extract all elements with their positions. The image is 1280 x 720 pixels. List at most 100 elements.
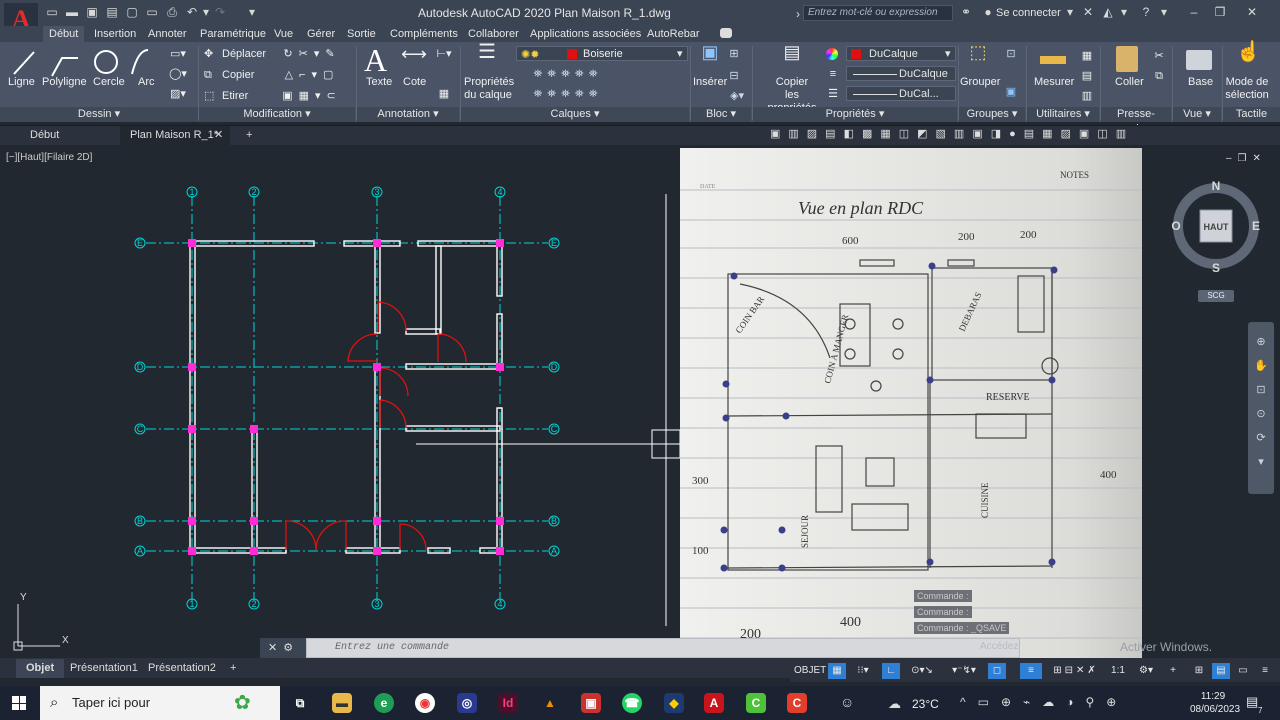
units-icon[interactable]: ⊞: [1188, 663, 1210, 679]
osnap-toggle-icon[interactable]: ▾⁻↯▾: [944, 663, 984, 679]
clipboard-tools[interactable]: ✂ ⧉: [1152, 46, 1166, 86]
navigation-bar[interactable]: ⊕ ✋ ⊡ ⊙ ⟳ ▾: [1248, 322, 1274, 494]
panel-presse-papiers[interactable]: Presse-papiers: [1101, 107, 1171, 135]
clean-screen-icon[interactable]: ▭: [1234, 663, 1252, 679]
add-layout-icon[interactable]: +: [220, 659, 246, 678]
quick-props-icon[interactable]: ▤: [1212, 663, 1230, 679]
app-icon[interactable]: ◎: [457, 693, 477, 713]
whatsapp-icon[interactable]: ☎: [622, 693, 642, 713]
tab-collaborer[interactable]: Collaborer: [462, 26, 525, 42]
sign-in-link[interactable]: Se connecter: [996, 7, 1061, 19]
grid-toggle-icon[interactable]: ▦: [828, 663, 846, 679]
file-explorer-icon[interactable]: ▬: [332, 693, 352, 713]
modify-tools-row1[interactable]: ↻✂▾✎: [272, 48, 352, 61]
save-icon[interactable]: ▣: [84, 5, 100, 19]
panel-annotation[interactable]: Annotation ▾: [357, 107, 459, 122]
linetype-dropdown[interactable]: DuCal...: [846, 86, 956, 101]
create-block-icon[interactable]: ⊞: [726, 48, 742, 61]
panel-proprietes[interactable]: Propriétés ▾: [753, 107, 957, 122]
restore-window-icon[interactable]: ❐: [1212, 5, 1228, 19]
layer-tools-row2[interactable]: ⛯⛯⛯⛯⛯: [520, 88, 616, 101]
panel-vue[interactable]: Vue ▾: [1173, 107, 1221, 122]
help-icon[interactable]: ?: [1138, 5, 1154, 19]
circle-button[interactable]: Cercle: [93, 76, 125, 89]
arc-button[interactable]: Arc: [138, 76, 155, 89]
indesign-icon[interactable]: Id: [498, 693, 518, 713]
vlc-icon[interactable]: ▲: [540, 693, 560, 713]
tab-complements[interactable]: Compléments: [384, 26, 464, 42]
wcs-menu[interactable]: SCG: [1198, 290, 1234, 302]
app-icon[interactable]: ◆: [664, 693, 684, 713]
modify-tools-row2[interactable]: △⌐▾▢: [272, 69, 352, 82]
system-tray-icons[interactable]: ^▭⊕⌁☁◑⚲⊕: [960, 695, 1128, 709]
app-icon[interactable]: ▣: [581, 693, 601, 713]
snap-toggle-icon[interactable]: ⁝⁝▾: [850, 663, 876, 679]
rectangle-icon[interactable]: ▭▾: [166, 48, 190, 61]
annotation-scale[interactable]: 1:1: [1106, 663, 1130, 679]
open-file-icon[interactable]: ▬: [64, 5, 80, 19]
exchange-icon[interactable]: ✕: [1080, 5, 1096, 19]
tab-layout1[interactable]: Présentation1: [60, 659, 148, 678]
selection-cycling-icon[interactable]: ◻: [988, 663, 1006, 679]
tab-gerer[interactable]: Gérer: [301, 26, 341, 42]
tab-vue[interactable]: Vue: [268, 26, 299, 42]
tab-insertion[interactable]: Insertion: [88, 26, 142, 42]
close-tab-icon[interactable]: ✕: [214, 126, 223, 145]
dimension-button[interactable]: Cote: [403, 76, 426, 89]
annotation-tools[interactable]: ⊞⊟✕✗: [1046, 663, 1106, 679]
polar-toggle-icon[interactable]: ⊙▾↘: [904, 663, 940, 679]
copy-button[interactable]: Copier: [222, 69, 254, 82]
group-button[interactable]: Grouper: [960, 76, 1000, 89]
annotation-monitor-icon[interactable]: +: [1164, 663, 1182, 679]
ortho-toggle-icon[interactable]: ∟: [882, 663, 900, 679]
chrome-icon[interactable]: ◉: [415, 693, 435, 713]
help-search-input[interactable]: Entrez mot-clé ou expression: [803, 5, 953, 21]
layer-properties-button[interactable]: Propriétés du calque: [464, 76, 514, 102]
camtasia-recorder-icon[interactable]: C: [787, 693, 807, 713]
customize-qat-icon[interactable]: ▾: [244, 5, 260, 19]
model-space-toggle[interactable]: OBJET: [794, 663, 826, 679]
paste-button[interactable]: Coller: [1115, 76, 1144, 89]
save-as-icon[interactable]: ▤: [104, 5, 120, 19]
panel-modification[interactable]: Modification ▾: [199, 107, 355, 122]
open-web-icon[interactable]: ▭: [144, 5, 160, 19]
viewcube[interactable]: HAUT N S E O: [1170, 178, 1266, 278]
lineweight-dropdown[interactable]: DuCalque: [846, 66, 956, 81]
tab-sortie[interactable]: Sortie: [341, 26, 382, 42]
viewport-window-controls[interactable]: –❐✕: [1226, 153, 1267, 164]
windows-start-icon[interactable]: [12, 696, 26, 710]
people-icon[interactable]: ☺: [840, 694, 854, 710]
a360-icon[interactable]: ◭: [1100, 5, 1116, 19]
panel-groupes[interactable]: Groupes ▾: [959, 107, 1025, 122]
close-window-icon[interactable]: ✕: [1240, 5, 1264, 19]
lineweight-toggle-icon[interactable]: ≡: [1020, 663, 1042, 679]
ungroup-icon[interactable]: ⊡: [1002, 48, 1020, 61]
weather-icon[interactable]: ☁: [888, 696, 901, 712]
minimize-window-icon[interactable]: –: [1186, 5, 1202, 19]
workspace-gear-icon[interactable]: ⚙▾: [1134, 663, 1158, 679]
tab-debut[interactable]: Début: [43, 26, 85, 42]
binoculars-icon[interactable]: ⚭: [958, 5, 974, 19]
tab-applications-associees[interactable]: Applications associées: [524, 26, 647, 42]
ellipse-icon[interactable]: ◯▾: [166, 68, 190, 81]
line-button[interactable]: Ligne: [8, 76, 35, 89]
stretch-button[interactable]: Etirer: [222, 90, 248, 103]
tab-model[interactable]: Objet: [16, 659, 65, 678]
panel-dessin[interactable]: Dessin ▾: [0, 107, 198, 122]
new-tab-icon[interactable]: +: [236, 126, 262, 145]
new-file-icon[interactable]: ▭: [44, 5, 60, 19]
tab-layout2[interactable]: Présentation2: [138, 659, 226, 678]
text-button[interactable]: Texte: [366, 76, 392, 89]
polyline-button[interactable]: Polyligne: [42, 76, 87, 89]
utility-tools[interactable]: ▦ ▤ ▥: [1080, 46, 1094, 106]
notification-icon[interactable]: ▤: [1246, 694, 1258, 710]
help-dropdown-icon[interactable]: ▾: [1156, 5, 1172, 19]
edit-block-icon[interactable]: ⊟: [726, 70, 742, 83]
layer-dropdown[interactable]: ✺✹ Boiserie ▾: [516, 46, 688, 61]
modify-tools-row3[interactable]: ▣▦▾⊂: [272, 90, 352, 103]
command-close-customize[interactable]: ✕⚙: [260, 638, 306, 658]
redo-icon[interactable]: ↷: [212, 5, 228, 19]
user-icon[interactable]: ●: [980, 5, 996, 19]
table-icon[interactable]: ▦: [432, 88, 456, 101]
color-dropdown[interactable]: DuCalque ▾: [846, 46, 956, 61]
